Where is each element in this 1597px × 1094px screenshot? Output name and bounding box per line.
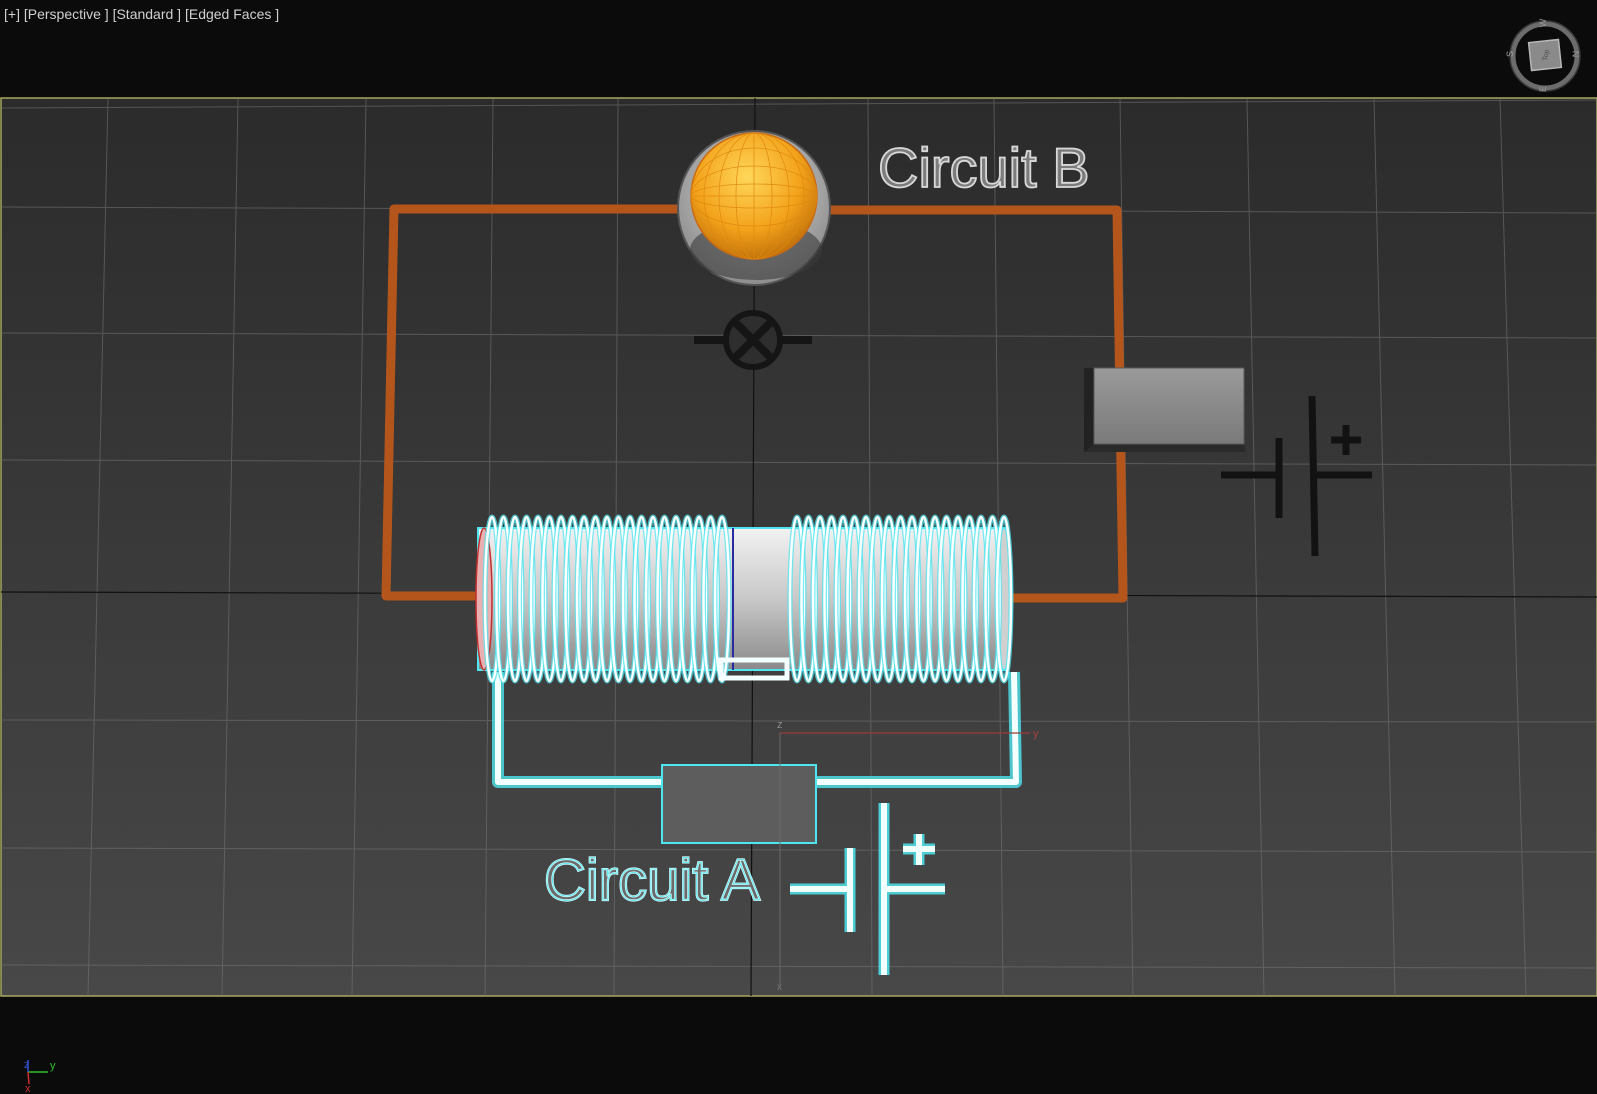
viewport-menu-shading-edged-faces[interactable]: [Edged Faces ] <box>185 6 279 22</box>
viewcube-compass-s: S <box>1505 51 1515 57</box>
battery-a-box[interactable] <box>661 764 817 844</box>
axis-tripod-x: x <box>25 1083 31 1094</box>
viewcube-compass-n: N <box>1571 51 1581 58</box>
viewport-menu-general[interactable]: [+] <box>4 6 20 22</box>
viewport-menu-shading-standard[interactable]: [Standard ] <box>113 6 182 22</box>
battery-b-box[interactable] <box>1084 367 1246 452</box>
axis-tripod-y: y <box>50 1060 56 1072</box>
viewport-menu-point-of-view[interactable]: [Perspective ] <box>24 6 109 22</box>
gizmo-y-label: y <box>1033 728 1039 740</box>
viewport-label-menu[interactable]: [+] [Perspective ] [Standard ] [Edged Fa… <box>4 6 279 22</box>
axis-tripod-z: z <box>24 1059 30 1071</box>
viewcube[interactable]: Top W N S E <box>1505 18 1581 92</box>
solenoid[interactable] <box>475 514 1014 684</box>
viewport-3d[interactable]: Circuit B Circuit A Circuit A z y x Top … <box>0 0 1597 1094</box>
viewcube-compass-w: W <box>1538 18 1548 27</box>
gizmo-z-label: z <box>777 719 783 731</box>
axis-tripod: z y x <box>24 1059 56 1094</box>
light-bulb[interactable] <box>677 130 831 286</box>
gizmo-x-label: x <box>777 982 782 993</box>
circuit-a-label-glow: Circuit A <box>544 848 760 913</box>
circuit-b-label[interactable]: Circuit B <box>877 135 1090 200</box>
viewcube-compass-e: E <box>1538 86 1548 92</box>
